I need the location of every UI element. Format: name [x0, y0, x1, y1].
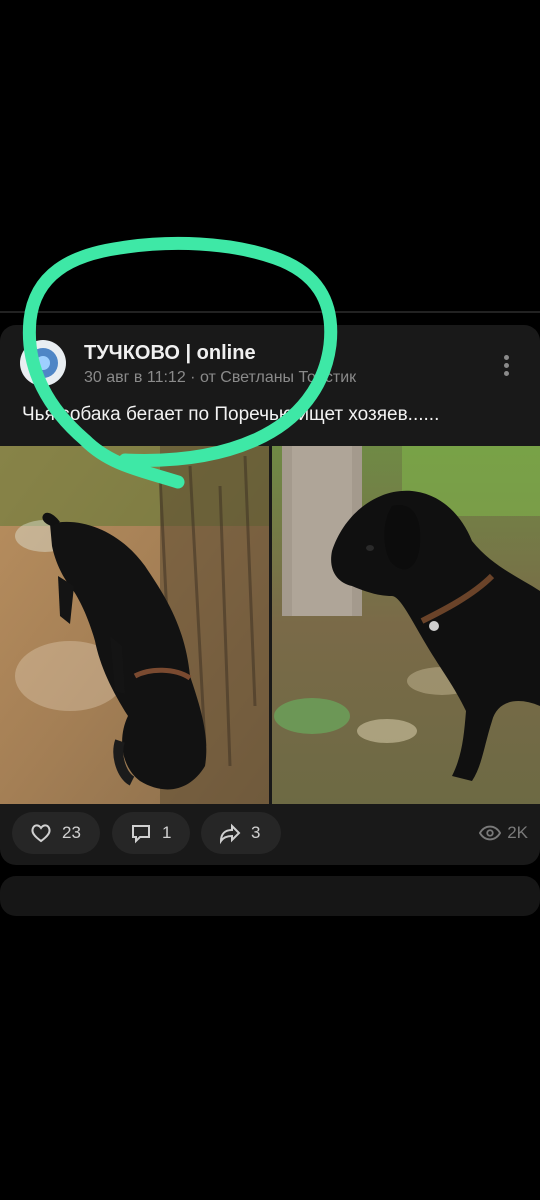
group-name[interactable]: ТУЧКОВО | online	[84, 342, 256, 365]
eye-icon	[479, 825, 502, 841]
comment-count: 1	[162, 823, 172, 842]
photo-dog-2[interactable]	[272, 446, 540, 804]
next-post-card	[0, 876, 540, 916]
heart-icon	[31, 824, 51, 843]
post-meta: 30 авг в 11:12 · от Светланы Толстик	[84, 369, 357, 386]
group-avatar[interactable]	[20, 340, 66, 386]
photo-dog-1[interactable]	[0, 446, 269, 804]
photo-grid	[0, 446, 540, 804]
more-vertical-icon[interactable]	[496, 352, 516, 382]
post-text: Чья собака бегает по Поречью ищет хозяев…	[22, 404, 440, 425]
share-icon	[219, 823, 241, 845]
like-count: 23	[62, 823, 81, 842]
like-button[interactable]: 23	[12, 812, 100, 854]
comment-icon	[132, 825, 150, 844]
views-count: 2K	[507, 823, 528, 842]
share-count: 3	[251, 823, 261, 842]
share-button[interactable]: 3	[201, 812, 281, 854]
post-actions: 23 1 3 2K	[0, 812, 540, 854]
divider	[0, 311, 540, 313]
views-counter: 2K	[479, 812, 528, 854]
comment-button[interactable]: 1	[112, 812, 190, 854]
avatar-shape-inner	[36, 356, 50, 370]
